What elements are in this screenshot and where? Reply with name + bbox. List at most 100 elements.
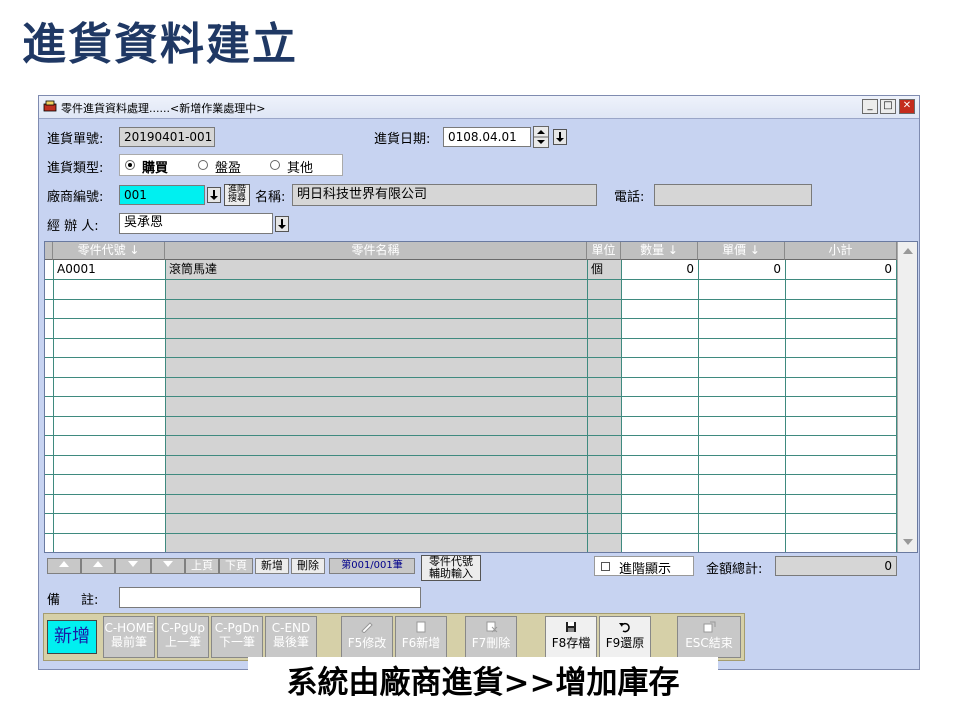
next-icon xyxy=(128,561,138,567)
nav-last-button[interactable] xyxy=(151,558,185,574)
f7-delete-button[interactable]: F7刪除 xyxy=(465,616,517,658)
spinner-icon[interactable] xyxy=(533,126,549,148)
prev-icon xyxy=(93,561,103,567)
part-helper-button[interactable]: 零件代號 輔助輸入 xyxy=(421,555,481,581)
advanced-search-button[interactable]: 進階 搜尋 xyxy=(224,184,250,206)
remark-label-a: 備 xyxy=(47,593,61,608)
type-option-surplus: 盤盈 xyxy=(215,161,242,176)
record-counter: 第001/001筆 xyxy=(329,558,415,574)
dropdown-arrow-icon xyxy=(556,132,564,142)
f6-new-button[interactable]: F6新增 xyxy=(395,616,447,658)
esc-exit-button[interactable]: ESC結束 xyxy=(677,616,741,658)
type-label: 進貨類型: xyxy=(47,161,104,176)
vendor-label: 廠商編號: xyxy=(47,190,104,205)
grid-scrollbar[interactable] xyxy=(897,242,917,552)
esc-exit-label: ESC結束 xyxy=(685,636,733,650)
f9-undo-button[interactable]: F9還原 xyxy=(599,616,651,658)
col-header-part-name[interactable]: 零件名稱 xyxy=(165,242,587,260)
undo-icon xyxy=(619,622,630,633)
parts-grid: 零件代號 ↓ 零件名稱 單位 數量 ↓ 單價 ↓ 小計 A0001 滾筒馬達 個… xyxy=(44,241,918,553)
handler-label: 經 辦 人: xyxy=(47,219,99,234)
prev-page-button[interactable]: 上頁 xyxy=(185,558,219,574)
nav-next-button[interactable] xyxy=(115,558,151,574)
cell-part-name[interactable]: 滾筒馬達 xyxy=(169,260,217,278)
prev-record-label: 上一筆 xyxy=(164,635,201,649)
part-name-column-bg xyxy=(165,242,587,552)
advanced-search-label-2: 搜尋 xyxy=(227,194,246,204)
f7-delete-label: F7刪除 xyxy=(471,636,511,650)
phone-label: 電話: xyxy=(614,190,645,205)
vendor-no-field[interactable]: 001 xyxy=(119,185,205,205)
exit-icon xyxy=(703,621,716,633)
col-header-price[interactable]: 單價 ↓ xyxy=(698,242,785,260)
first-icon xyxy=(59,561,69,567)
col-header-subtotal[interactable]: 小計 xyxy=(785,242,897,260)
scroll-down-icon[interactable] xyxy=(901,536,915,548)
order-no-field[interactable]: 20190401-001 xyxy=(119,127,215,147)
last-record-key: C-END xyxy=(271,621,311,635)
vendor-dropdown-button[interactable] xyxy=(207,187,221,203)
handler-dropdown-button[interactable] xyxy=(275,216,289,232)
remark-field[interactable] xyxy=(119,587,421,608)
dropdown-arrow-icon xyxy=(210,190,218,200)
f8-save-button[interactable]: F8存檔 xyxy=(545,616,597,658)
row-selector-header xyxy=(45,242,53,260)
first-record-label: 最前筆 xyxy=(110,635,147,649)
new-doc-icon xyxy=(416,621,426,633)
scroll-up-icon[interactable] xyxy=(901,245,915,257)
type-radio-surplus[interactable] xyxy=(198,160,208,170)
col-header-unit[interactable]: 單位 xyxy=(587,242,621,260)
edit-icon xyxy=(361,622,373,634)
last-record-button[interactable]: C-END 最後筆 xyxy=(265,616,317,658)
nav-prev-button[interactable] xyxy=(81,558,115,574)
nav-first-button[interactable] xyxy=(47,558,81,574)
date-field[interactable]: 0108.04.01 xyxy=(443,127,531,147)
next-record-label: 下一筆 xyxy=(218,635,255,649)
f6-new-label: F6新增 xyxy=(401,636,441,650)
type-option-purchase: 購買 xyxy=(142,161,169,176)
type-option-other: 其他 xyxy=(287,161,314,176)
unit-column-bg xyxy=(587,242,621,552)
next-page-button[interactable]: 下頁 xyxy=(219,558,253,574)
f9-undo-label: F9還原 xyxy=(605,636,645,650)
cell-part-no[interactable]: A0001 xyxy=(57,260,96,278)
col-header-qty[interactable]: 數量 ↓ xyxy=(621,242,698,260)
remark-label-b: 註: xyxy=(81,593,99,608)
type-radio-other[interactable] xyxy=(270,160,280,170)
next-record-key: C-PgDn xyxy=(214,621,260,635)
next-record-button[interactable]: C-PgDn 下一筆 xyxy=(211,616,263,658)
first-record-button[interactable]: C-HOME 最前筆 xyxy=(103,616,155,658)
delete-row-button[interactable]: 刪除 xyxy=(291,558,325,574)
order-no-label: 進貨單號: xyxy=(47,132,104,147)
prev-record-button[interactable]: C-PgUp 上一筆 xyxy=(157,616,209,658)
mode-indicator-button[interactable]: 新增 xyxy=(47,620,97,654)
app-window: 零件進貨資料處理......<新增作業處理中> _ □ ✕ 進貨單號: 2019… xyxy=(38,95,920,670)
advanced-display-checkbox[interactable] xyxy=(601,562,610,571)
add-row-button[interactable]: 新增 xyxy=(255,558,289,574)
date-picker-button[interactable] xyxy=(553,129,567,145)
table-row[interactable]: A0001 滾筒馬達 個 0 0 0 xyxy=(45,260,897,279)
title-bar: 零件進貨資料處理......<新增作業處理中> _ □ ✕ xyxy=(39,96,919,119)
slide-caption: 系統由廠商進貨>>增加庫存 xyxy=(248,657,718,709)
type-radio-purchase[interactable] xyxy=(125,160,135,170)
advanced-display-label: 進階顯示 xyxy=(619,562,672,577)
f8-save-label: F8存檔 xyxy=(551,636,591,650)
maximize-button[interactable]: □ xyxy=(880,99,896,114)
f5-edit-button[interactable]: F5修改 xyxy=(341,616,393,658)
first-record-key: C-HOME xyxy=(104,621,154,635)
cell-qty[interactable]: 0 xyxy=(623,260,694,278)
cell-subtotal: 0 xyxy=(884,262,892,276)
prev-record-key: C-PgUp xyxy=(161,621,205,635)
col-header-part-no[interactable]: 零件代號 ↓ xyxy=(53,242,165,260)
app-icon xyxy=(43,100,57,112)
advanced-display-toggle[interactable]: 進階顯示 xyxy=(594,556,694,577)
total-label: 金額總計: xyxy=(706,562,763,577)
close-button[interactable]: ✕ xyxy=(899,99,915,114)
date-label: 進貨日期: xyxy=(374,132,431,147)
cell-price[interactable]: 0 xyxy=(700,260,781,278)
phone-field xyxy=(654,184,812,206)
minimize-button[interactable]: _ xyxy=(862,99,878,114)
cell-unit[interactable]: 個 xyxy=(591,260,603,278)
handler-field[interactable]: 吳承恩 xyxy=(119,213,273,234)
last-record-label: 最後筆 xyxy=(272,635,309,649)
